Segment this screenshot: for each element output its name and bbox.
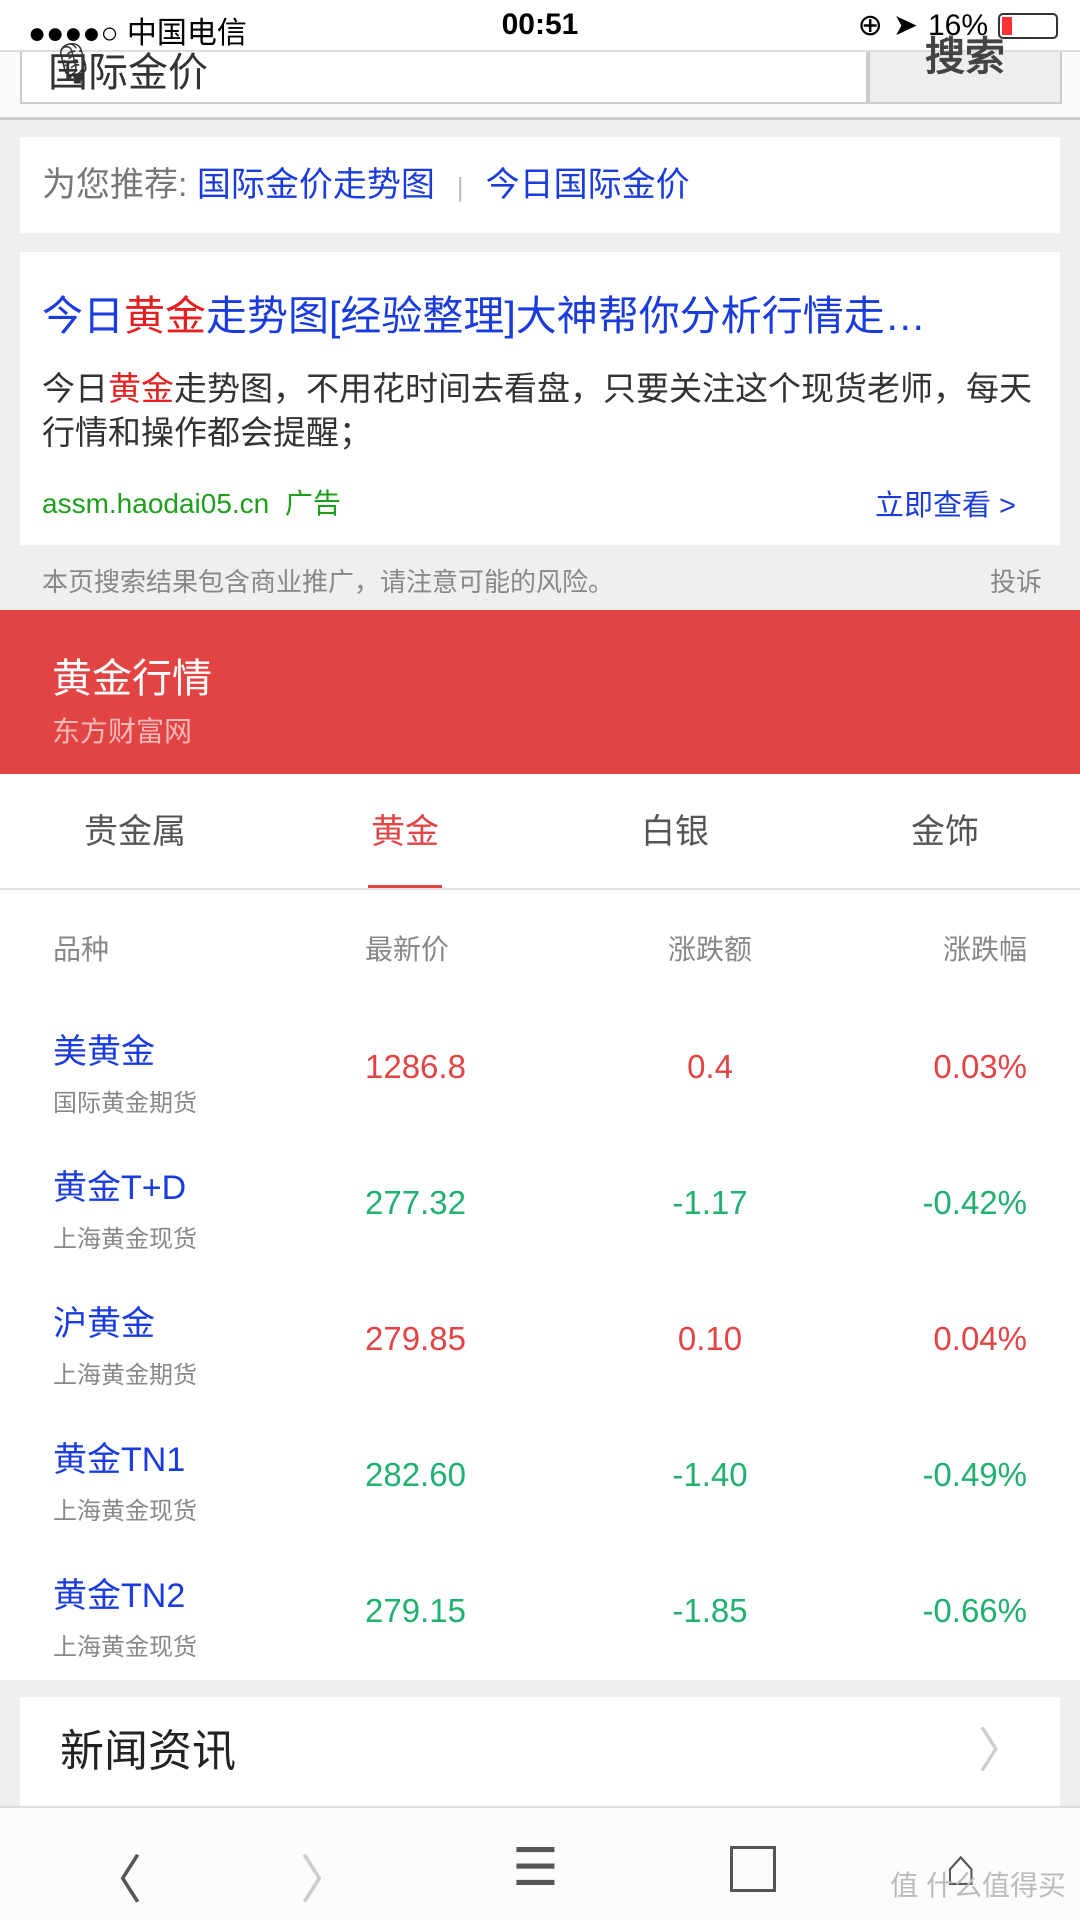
ad-card[interactable]: 今日黄金走势图[经验整理]大神帮你分析行情走… 今日黄金走势图，不用花时间去看盘… xyxy=(20,252,1060,545)
commodity-name[interactable]: 黄金TN1 xyxy=(53,1432,197,1481)
tab-bar: 贵金属 黄金 白银 金饰 xyxy=(0,774,1080,890)
price-table: 品种 最新价 涨跌额 涨跌幅 美黄金国际黄金期货 1286.8 0.4 0.03… xyxy=(0,890,1080,1680)
browser-toolbar: 〈 〉 ☰ ⌂ 值 什么值得买 xyxy=(0,1806,1080,1920)
recommend-card: 为您推荐: 国际金价走势图 | 今日国际金价 xyxy=(20,137,1060,233)
view-now-link[interactable]: 立即查看 > xyxy=(875,482,1016,524)
col-header: 涨跌幅 xyxy=(942,934,1027,965)
search-button[interactable]: 搜索 xyxy=(868,37,1062,104)
section-source: 东方财富网 xyxy=(52,716,193,747)
menu-icon[interactable]: ☰ xyxy=(512,1838,559,1898)
ad-tag: 广告 xyxy=(284,488,341,519)
latest-price: 279.15 xyxy=(365,1592,466,1629)
battery-icon xyxy=(998,12,1058,39)
tabs-icon[interactable] xyxy=(730,1846,776,1892)
recommend-link[interactable]: 国际金价走势图 xyxy=(197,166,435,204)
change-amount: 0.4 xyxy=(687,1048,733,1085)
ad-description: 今日黄金走势图，不用花时间去看盘，只要关注这个现货老师，每天行情和操作都会提醒； xyxy=(42,370,1032,451)
microphone-icon[interactable]: 🎙 xyxy=(48,40,826,87)
commodity-type: 国际黄金期货 xyxy=(53,1090,197,1117)
table-row[interactable]: 沪黄金上海黄金期货 279.85 0.10 0.04% xyxy=(0,1290,1080,1426)
change-percent: -0.42% xyxy=(922,1184,1027,1221)
commodity-name[interactable]: 沪黄金 xyxy=(53,1296,197,1345)
search-input[interactable]: 国际金价 🎙 xyxy=(20,42,868,104)
recommend-link[interactable]: 今日国际金价 xyxy=(486,166,690,204)
commodity-name[interactable]: 黄金T+D xyxy=(53,1160,197,1209)
change-percent: 0.04% xyxy=(933,1320,1027,1357)
change-amount: -1.85 xyxy=(672,1592,748,1629)
location-icon: ➤ xyxy=(892,9,918,42)
news-title: 新闻资讯 xyxy=(60,1727,236,1776)
change-percent: 0.03% xyxy=(933,1048,1027,1085)
change-amount: -1.17 xyxy=(672,1184,748,1221)
commodity-type: 上海黄金现货 xyxy=(53,1226,197,1253)
watermark: 值 什么值得买 xyxy=(890,1870,1066,1901)
col-header: 涨跌额 xyxy=(667,934,752,965)
commodity-type: 上海黄金现货 xyxy=(53,1634,197,1661)
table-row[interactable]: 黄金TN1 上海黄金现货 282.60 -1.40 -0.49% xyxy=(0,1426,1080,1562)
lock-rotation-icon: ⊕ xyxy=(857,9,883,42)
commodity-name[interactable]: 美黄金 xyxy=(53,1024,197,1073)
divider: | xyxy=(456,172,464,202)
change-amount: -1.40 xyxy=(672,1456,748,1493)
forward-icon[interactable]: 〉 xyxy=(300,1838,352,1913)
change-percent: -0.49% xyxy=(922,1456,1027,1493)
latest-price: 277.32 xyxy=(365,1184,466,1221)
tab-gold[interactable]: 黄金 xyxy=(270,774,540,888)
disclaimer: 本页搜索结果包含商业推广，请注意可能的风险。 xyxy=(42,567,615,597)
col-header: 品种 xyxy=(53,934,110,965)
commodity-type: 上海黄金现货 xyxy=(53,1498,197,1525)
latest-price: 282.60 xyxy=(365,1456,466,1493)
change-amount: 0.10 xyxy=(677,1320,743,1357)
ad-url: assm.haodai05.cn 广告 xyxy=(42,488,341,519)
latest-price: 279.85 xyxy=(365,1320,466,1357)
table-row[interactable]: 黄金T+D 上海黄金现货 277.32 -1.17 -0.42% xyxy=(0,1154,1080,1290)
table-row[interactable]: 美黄金国际黄金期货 1286.8 0.4 0.03% xyxy=(0,1018,1080,1154)
tab-jewelry[interactable]: 金饰 xyxy=(810,774,1080,888)
change-percent: -0.66% xyxy=(922,1592,1027,1629)
section-header: 黄金行情 东方财富网 xyxy=(0,610,1080,774)
table-row[interactable]: 黄金TN2 上海黄金现货 279.15 -1.85 -0.66% xyxy=(0,1562,1080,1698)
back-icon[interactable]: 〈 xyxy=(90,1838,142,1913)
news-item[interactable]: 新闻资讯 〉 xyxy=(20,1697,1060,1806)
tab-precious-metals[interactable]: 贵金属 xyxy=(0,774,270,888)
commodity-type: 上海黄金期货 xyxy=(53,1362,197,1389)
latest-price: 1286.8 xyxy=(365,1048,466,1085)
report-link[interactable]: 投诉 xyxy=(990,562,1042,599)
ad-title[interactable]: 今日黄金走势图[经验整理]大神帮你分析行情走… xyxy=(42,282,926,342)
chevron-right-icon: 〉 xyxy=(977,1725,1026,1778)
recommend-label: 为您推荐: xyxy=(42,166,188,204)
search-bar: 国际金价 🎙 搜索 xyxy=(0,37,1080,120)
section-title: 黄金行情 xyxy=(52,657,212,701)
tab-silver[interactable]: 白银 xyxy=(540,774,810,888)
col-header: 最新价 xyxy=(365,934,450,965)
commodity-name[interactable]: 黄金TN2 xyxy=(53,1568,197,1617)
